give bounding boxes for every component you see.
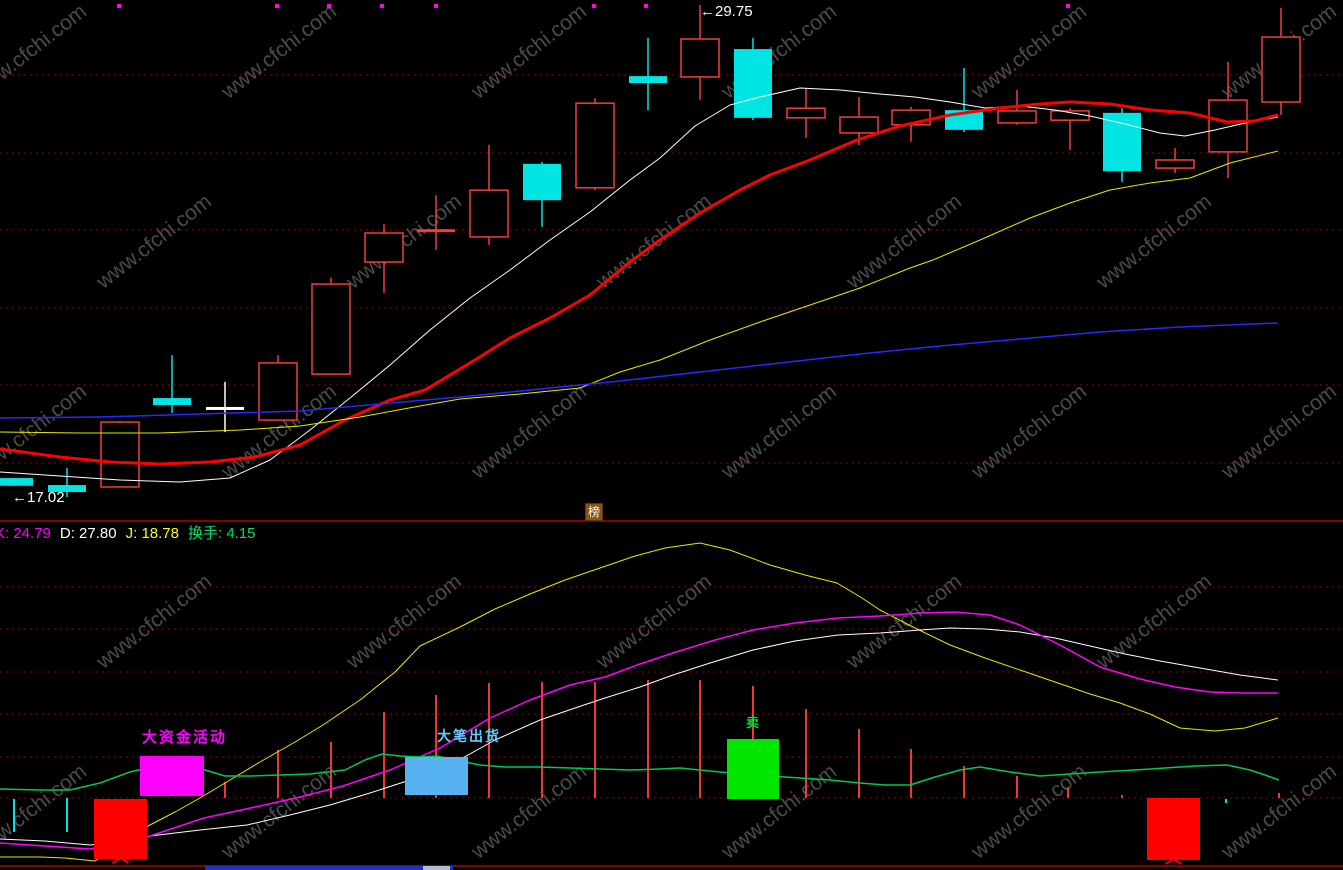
status-item: K: 24.79 (0, 525, 51, 542)
horizontal-scrollbar[interactable] (205, 866, 453, 870)
status-item: 换手: 4.15 (187, 525, 256, 542)
board-tag-badge[interactable]: 榜 (585, 503, 604, 521)
stock-chart-app: www.cfchi.com www.cfchi.com www.cfchi.com w… (0, 0, 1343, 870)
status-item: D: 27.80 (59, 525, 117, 542)
price-low-label: ←17.02 (12, 489, 65, 506)
signal-label-sell: 卖 (746, 715, 760, 730)
status-item: J: 18.78 (125, 525, 179, 542)
signal-label-fund-activity: 大资金活动 (142, 729, 228, 746)
kdj-status-bar: K: 24.79 D: 27.80 J: 18.78 换手: 4.15 (0, 522, 265, 543)
scrollbar-thumb[interactable] (423, 866, 450, 870)
price-high-label: ←29.75 (700, 3, 753, 20)
signal-label-sell-off: 大笔出货 (437, 728, 501, 744)
